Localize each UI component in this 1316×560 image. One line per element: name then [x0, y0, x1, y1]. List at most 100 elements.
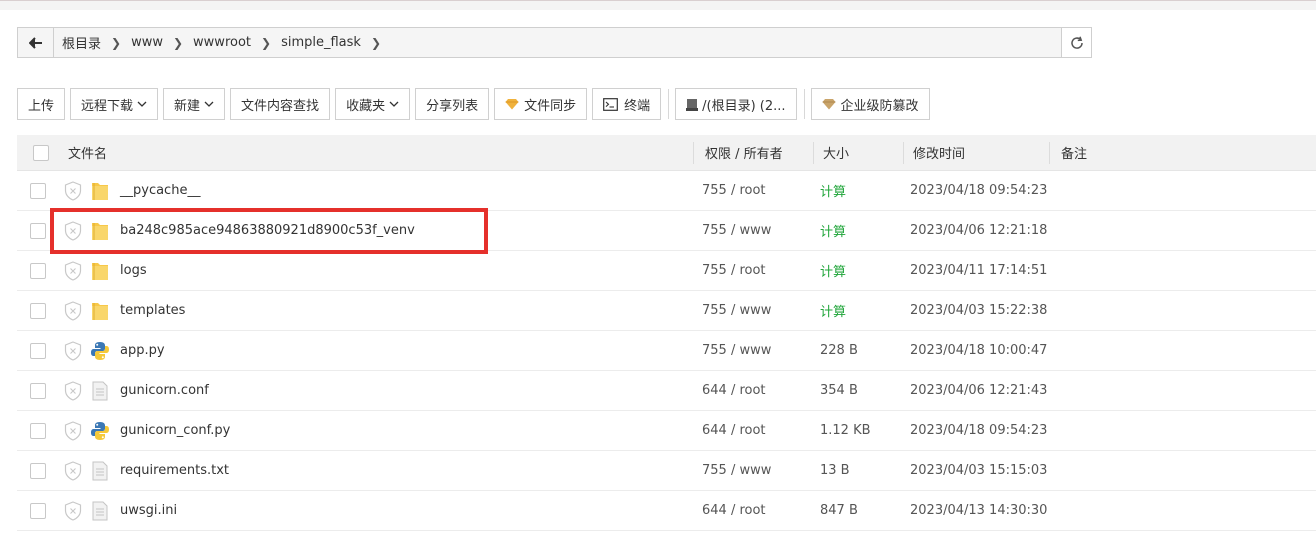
- table-row[interactable]: ba248c985ace94863880921d8900c53f_venv 755…: [17, 211, 1316, 251]
- chevron-down-icon: [137, 101, 147, 107]
- new-button[interactable]: 新建: [163, 88, 226, 120]
- select-all-checkbox[interactable]: [33, 144, 49, 161]
- row-checkbox[interactable]: [30, 462, 46, 479]
- table-row[interactable]: logs 755 / root 计算 2023/04/11 17:14:51: [17, 251, 1316, 291]
- table-row[interactable]: gunicorn.conf 644 / root 354 B 2023/04/06 1…: [17, 371, 1316, 411]
- terminal-icon: [603, 97, 619, 111]
- upload-label: 上传: [28, 98, 55, 114]
- table-row[interactable]: uwsgi.ini 644 / root 847 B 2023/04/13 14:30…: [17, 491, 1316, 531]
- file-permission[interactable]: 644 / root: [702, 423, 766, 438]
- file-name[interactable]: requirements.txt: [120, 463, 229, 478]
- breadcrumb-www[interactable]: www: [131, 35, 163, 50]
- column-divider: [813, 142, 814, 164]
- file-name[interactable]: logs: [120, 263, 147, 278]
- table-row[interactable]: templates 755 / www 计算 2023/04/03 15:22:38: [17, 291, 1316, 331]
- file-sync-button[interactable]: 文件同步: [494, 88, 588, 120]
- file-permission[interactable]: 644 / root: [702, 383, 766, 398]
- header-mtime[interactable]: 修改时间: [910, 135, 965, 170]
- file-mtime: 2023/04/18 09:54:23: [910, 183, 1048, 198]
- file-name[interactable]: gunicorn_conf.py: [120, 423, 230, 438]
- protection-shield-icon[interactable]: [64, 300, 82, 321]
- row-checkbox[interactable]: [30, 502, 46, 519]
- disk-button[interactable]: /(根目录) (2...: [675, 88, 797, 120]
- file-name[interactable]: __pycache__: [120, 183, 200, 198]
- file-size: 228 B: [820, 343, 858, 358]
- file-table: 文件名 权限 / 所有者 大小 修改时间 备注 __pycache__ 755 /…: [17, 135, 1316, 531]
- table-row[interactable]: requirements.txt 755 / www 13 B 2023/04/03 …: [17, 451, 1316, 491]
- share-list-button[interactable]: 分享列表: [415, 88, 490, 120]
- file-mtime: 2023/04/03 15:15:03: [910, 463, 1048, 478]
- file-mtime: 2023/04/06 12:21:18: [910, 223, 1048, 238]
- file-permission[interactable]: 755 / root: [702, 183, 766, 198]
- calculate-size-link[interactable]: 计算: [820, 221, 846, 240]
- protection-shield-icon[interactable]: [64, 220, 82, 241]
- toolbar: 上传 远程下载 新建 文件内容查找 收藏夹 分享列表 文件同步 终端 /(根目录…: [17, 88, 935, 120]
- anti-tamper-label: 企业级防篡改: [840, 98, 919, 114]
- arrow-left-icon: [28, 36, 42, 49]
- protection-shield-icon[interactable]: [64, 380, 82, 401]
- table-row[interactable]: __pycache__ 755 / root 计算 2023/04/18 09:54:…: [17, 171, 1316, 211]
- protection-shield-icon[interactable]: [64, 260, 82, 281]
- terminal-button[interactable]: 终端: [592, 88, 662, 120]
- upload-button[interactable]: 上传: [17, 88, 66, 120]
- protection-shield-icon[interactable]: [64, 180, 82, 201]
- favorites-label: 收藏夹: [346, 98, 386, 114]
- chevron-right-icon: ❯: [172, 35, 184, 50]
- folder-icon: [90, 180, 110, 202]
- breadcrumb-root[interactable]: 根目录: [62, 33, 101, 52]
- file-permission[interactable]: 644 / root: [702, 503, 766, 518]
- file-permission[interactable]: 755 / root: [702, 263, 766, 278]
- anti-tamper-button[interactable]: 企业级防篡改: [810, 88, 930, 120]
- header-perm[interactable]: 权限 / 所有者: [702, 135, 783, 170]
- file-permission[interactable]: 755 / www: [702, 463, 771, 478]
- file-name[interactable]: app.py: [120, 343, 165, 358]
- row-checkbox[interactable]: [30, 182, 46, 199]
- content-search-button[interactable]: 文件内容查找: [230, 88, 331, 120]
- refresh-button[interactable]: [1061, 28, 1091, 57]
- terminal-label: 终端: [624, 98, 651, 114]
- file-permission[interactable]: 755 / www: [702, 303, 771, 318]
- folder-icon: [90, 260, 110, 282]
- table-body: __pycache__ 755 / root 计算 2023/04/18 09:54:…: [17, 171, 1316, 531]
- file-name[interactable]: ba248c985ace94863880921d8900c53f_venv: [120, 223, 415, 238]
- remote-download-label: 远程下载: [81, 98, 134, 114]
- file-permission[interactable]: 755 / www: [702, 343, 771, 358]
- table-row[interactable]: app.py 755 / www 228 B 2023/04/18 10:00:47: [17, 331, 1316, 371]
- calculate-size-link[interactable]: 计算: [820, 301, 846, 320]
- calculate-size-link[interactable]: 计算: [820, 181, 846, 200]
- row-checkbox[interactable]: [30, 342, 46, 359]
- calculate-size-link[interactable]: 计算: [820, 261, 846, 280]
- chevron-right-icon: ❯: [261, 35, 272, 50]
- file-mtime: 2023/04/18 09:54:23: [910, 423, 1048, 438]
- refresh-icon: [1070, 36, 1083, 49]
- folder-icon: [90, 300, 110, 322]
- row-checkbox[interactable]: [30, 382, 46, 399]
- file-name[interactable]: uwsgi.ini: [120, 503, 177, 518]
- breadcrumb-simple-flask[interactable]: simple_flask: [281, 35, 361, 50]
- gem-icon: [505, 99, 519, 110]
- row-checkbox[interactable]: [30, 422, 46, 439]
- toolbar-divider: [803, 89, 805, 119]
- favorites-button[interactable]: 收藏夹: [335, 88, 411, 120]
- python-file-icon: [90, 420, 110, 442]
- table-row[interactable]: gunicorn_conf.py 644 / root 1.12 KB 2023/04…: [17, 411, 1316, 451]
- header-name[interactable]: 文件名: [65, 135, 107, 170]
- column-divider: [693, 142, 694, 164]
- header-size[interactable]: 大小: [820, 135, 849, 170]
- header-note[interactable]: 备注: [1058, 135, 1087, 170]
- back-button[interactable]: [18, 28, 54, 57]
- protection-shield-icon[interactable]: [64, 500, 82, 521]
- breadcrumb-wwwroot[interactable]: wwwroot: [193, 35, 251, 50]
- protection-shield-icon[interactable]: [64, 340, 82, 361]
- protection-shield-icon[interactable]: [64, 460, 82, 481]
- chevron-down-icon: [204, 101, 214, 107]
- file-mtime: 2023/04/06 12:21:43: [910, 383, 1048, 398]
- file-name[interactable]: templates: [120, 303, 185, 318]
- file-permission[interactable]: 755 / www: [702, 223, 771, 238]
- row-checkbox[interactable]: [30, 302, 46, 319]
- remote-download-button[interactable]: 远程下载: [70, 88, 159, 120]
- row-checkbox[interactable]: [30, 262, 46, 279]
- protection-shield-icon[interactable]: [64, 420, 82, 441]
- file-name[interactable]: gunicorn.conf: [120, 383, 209, 398]
- row-checkbox[interactable]: [30, 222, 46, 239]
